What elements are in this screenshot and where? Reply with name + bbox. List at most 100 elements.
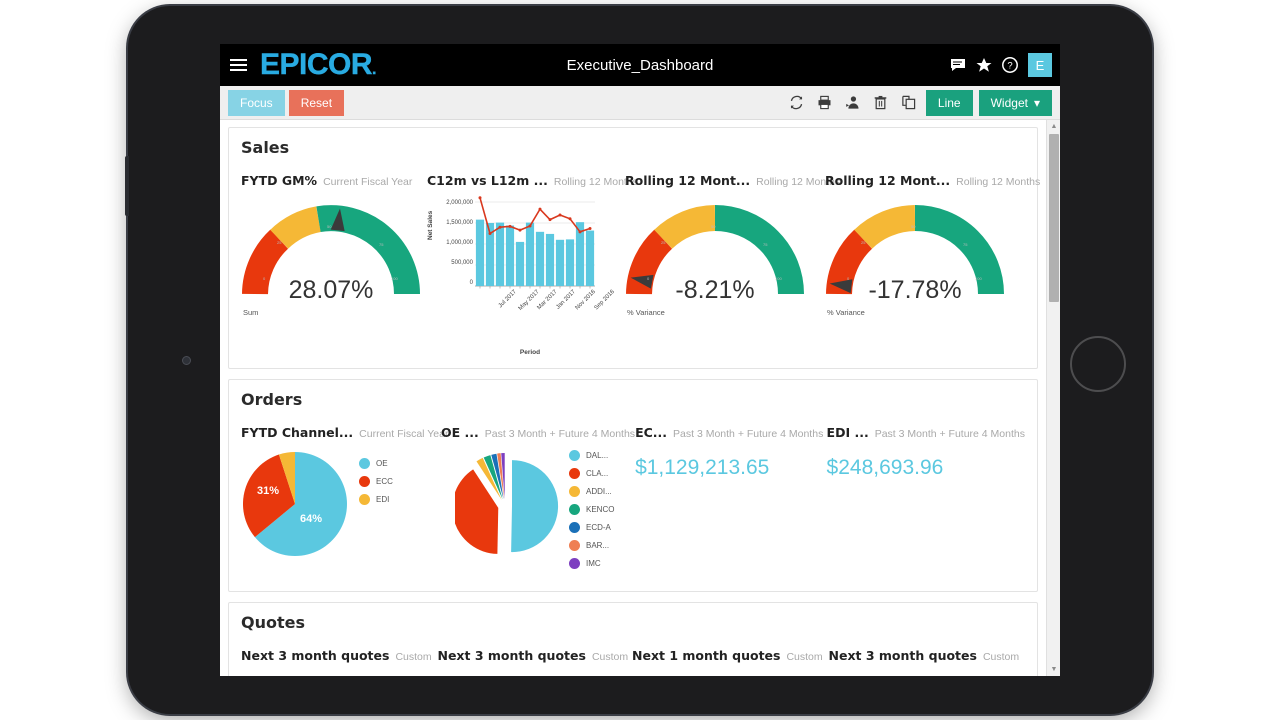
logo-text: EPICOR (260, 48, 373, 81)
star-icon[interactable] (976, 57, 992, 73)
legend-label: ADDI... (586, 487, 612, 496)
widget-title: Rolling 12 Mont... (825, 173, 951, 188)
widget-quote-4[interactable]: Next 3 month quotes Custom (829, 648, 1025, 663)
legend-item[interactable]: EDI (359, 494, 393, 505)
widget-header: OE ... Past 3 Month + Future 4 Months (441, 425, 635, 440)
epicor-logo: EPICOR. (260, 48, 377, 81)
widget-subtitle: Rolling 12 Months (956, 176, 1041, 188)
legend-item[interactable]: DAL... (569, 450, 614, 461)
widget-title: FYTD GM% (241, 173, 318, 188)
bar (515, 241, 525, 286)
widget-title: OE ... (441, 425, 479, 440)
bar (505, 225, 515, 286)
bar (495, 222, 505, 286)
scroll-up-arrow[interactable]: ▲ (1047, 120, 1060, 133)
widget-subtitle: Custom (591, 651, 629, 663)
widget-header: Next 3 month quotes Custom (241, 648, 437, 663)
widget-header: Rolling 12 Mont... Rolling 12 Months (625, 173, 840, 188)
legend-color-swatch (359, 476, 370, 487)
bar (545, 233, 555, 286)
legend-label: DAL... (586, 451, 609, 460)
legend-item[interactable]: KENCO (569, 504, 614, 515)
widget-title: EC... (635, 425, 668, 440)
refresh-icon[interactable] (789, 95, 804, 110)
gauge-tick: 25 (861, 240, 866, 245)
hamburger-icon[interactable] (230, 59, 258, 71)
widget-c12m-vs-l12m[interactable]: C12m vs L12m ... Rolling 12 Months Net S… (427, 173, 638, 356)
print-icon[interactable] (817, 95, 832, 110)
user-icon[interactable] (845, 95, 860, 110)
bar (585, 230, 595, 286)
focus-button[interactable]: Focus (228, 89, 285, 116)
legend-color-swatch (569, 468, 580, 479)
line-button[interactable]: Line (925, 89, 973, 116)
trash-icon[interactable] (873, 95, 888, 110)
tablet-screen: EPICOR. Executive_Dashboard ? E Focus Re… (220, 44, 1060, 676)
legend-color-swatch (569, 486, 580, 497)
device-side-button (125, 156, 129, 216)
vertical-scrollbar[interactable]: ▲ ▼ (1046, 120, 1060, 676)
legend-color-swatch (569, 558, 580, 569)
device-home-button[interactable] (1070, 336, 1126, 392)
legend-label: ECC (376, 477, 393, 486)
widget-fytd-channel[interactable]: FYTD Channel... Current Fiscal Year 64% … (241, 425, 448, 576)
widget-edi-value[interactable]: EDI ... Past 3 Month + Future 4 Months $… (827, 425, 1025, 576)
x-axis-title: Period (519, 349, 541, 356)
widget-subtitle: Past 3 Month + Future 4 Months (484, 428, 636, 440)
widget-header: FYTD GM% Current Fiscal Year (241, 173, 427, 188)
pie-data-label: 31% (257, 485, 279, 497)
kpi-value: $1,129,213.65 (635, 456, 770, 479)
panel-title-sales: Sales (241, 138, 290, 157)
legend-item[interactable]: CLA... (569, 468, 614, 479)
widget-quote-3[interactable]: Next 1 month quotes Custom (632, 648, 828, 663)
copy-icon[interactable] (901, 95, 916, 110)
gauge-tick: 75 (763, 242, 768, 247)
gauge-tick: 75 (963, 242, 968, 247)
widget-oe-customers[interactable]: OE ... Past 3 Month + Future 4 Months DA… (441, 425, 635, 576)
gauge-tick: 75 (379, 242, 384, 247)
widget-quote-2[interactable]: Next 3 month quotes Custom (437, 648, 632, 663)
pie-data-label: 64% (300, 513, 322, 525)
gauge-axis-label: % Variance (827, 308, 865, 317)
gauge-tick: 50 (911, 224, 916, 229)
chart-fytd-channel: 64% 31% OE ECC EDI (241, 450, 441, 558)
widget-title: Next 3 month quotes (828, 648, 977, 663)
gauge-tick: 50 (711, 224, 716, 229)
chat-icon[interactable] (950, 58, 966, 72)
chart-c12m-vs-l12m: Net Sales 2,000,000 1,500,000 1,000,000 … (427, 196, 616, 356)
widget-fytd-gm[interactable]: FYTD GM% Current Fiscal Year 0 25 50 75 … (241, 173, 427, 356)
legend-item[interactable]: ECC (359, 476, 393, 487)
legend-item[interactable]: OE (359, 458, 393, 469)
header-actions: ? E (950, 53, 1052, 77)
avatar[interactable]: E (1028, 53, 1052, 77)
bar (565, 239, 575, 286)
gauge-value: -17.78% (868, 276, 962, 304)
scroll-down-arrow[interactable]: ▼ (1047, 663, 1060, 676)
pie-legend: OE ECC EDI (359, 458, 393, 512)
widget-header: Next 3 month quotes Custom (437, 648, 632, 663)
widget-quote-1[interactable]: Next 3 month quotes Custom (241, 648, 437, 663)
legend-color-swatch (569, 540, 580, 551)
scrollbar-thumb[interactable] (1049, 134, 1059, 302)
panel-title-orders: Orders (241, 390, 303, 409)
widget-title: Next 1 month quotes (632, 648, 781, 663)
bar (535, 231, 545, 286)
legend-label: EDI (376, 495, 390, 504)
widget-ecc-value[interactable]: EC... Past 3 Month + Future 4 Months $1,… (635, 425, 826, 576)
widget-button[interactable]: Widget ▾ (978, 89, 1052, 116)
reset-button[interactable]: Reset (288, 89, 345, 116)
legend-item[interactable]: BAR... (569, 540, 614, 551)
pie-legend: DAL... CLA... ADDI... KENCO ECD-A BAR... IMC (569, 450, 614, 576)
help-icon[interactable]: ? (1002, 57, 1018, 73)
widget-subtitle: Current Fiscal Year (359, 428, 449, 440)
chart-oe-customers: DAL... CLA... ADDI... KENCO ECD-A BAR... IMC (455, 450, 635, 576)
dashboard-scroll-region: Sales FYTD GM% Current Fiscal Year 0 25 … (220, 120, 1046, 676)
legend-item[interactable]: IMC (569, 558, 614, 569)
widget-rolling-12-b[interactable]: Rolling 12 Mont... Rolling 12 Months 0 2… (825, 173, 1040, 356)
pie-fytd-channel: 64% 31% (242, 452, 347, 556)
panel-quotes: Quotes Next 3 month quotes Custom Next 3… (228, 602, 1038, 676)
widget-rolling-12-a[interactable]: Rolling 12 Mont... Rolling 12 Months 0 2… (625, 173, 840, 356)
legend-item[interactable]: ECD-A (569, 522, 614, 533)
legend-label: CLA... (586, 469, 609, 478)
legend-item[interactable]: ADDI... (569, 486, 614, 497)
